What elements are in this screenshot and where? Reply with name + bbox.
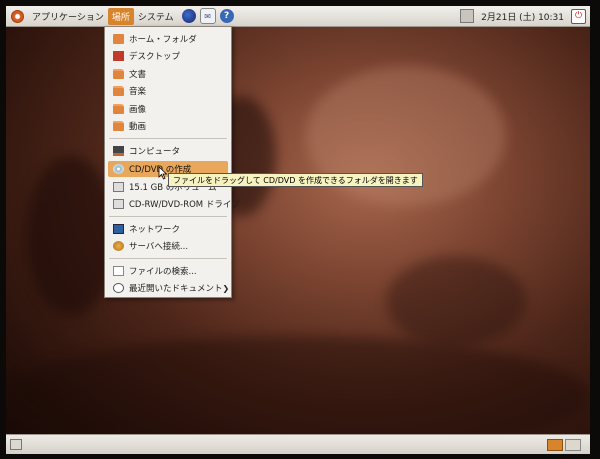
- menu-item-recent-documents[interactable]: 最近開いたドキュメント ❯: [108, 280, 230, 296]
- desktop-screen: アプリケーション 場所 システム ✉ ? 2月21日 (土) 10:31 ⏻ ホ…: [6, 6, 590, 454]
- menu-item-connect-server[interactable]: サーバへ接続...: [108, 238, 228, 254]
- help-icon[interactable]: ?: [219, 9, 234, 23]
- menu-item-label: CD-RW/DVD-ROM ドライブ: [129, 200, 240, 210]
- mail-icon[interactable]: ✉: [199, 8, 216, 24]
- desktop-icon: [113, 51, 124, 61]
- folder-icon: [113, 104, 124, 114]
- home-folder-icon: [113, 34, 124, 44]
- show-desktop-icon[interactable]: [10, 439, 22, 450]
- menu-item-search-files[interactable]: ファイルの検索...: [108, 263, 228, 279]
- firefox-icon[interactable]: [181, 9, 196, 23]
- cd-burner-icon: [113, 164, 124, 174]
- network-status-icon[interactable]: [460, 9, 475, 23]
- power-icon[interactable]: ⏻: [571, 8, 586, 24]
- mouse-cursor-icon: [158, 166, 168, 180]
- folder-icon: [113, 86, 124, 96]
- menu-item-label: 最近開いたドキュメント: [129, 284, 223, 294]
- menu-item-label: ホーム・フォルダ: [129, 35, 197, 45]
- menu-item-label: 画像: [129, 105, 147, 115]
- menu-item-label: ファイルの検索...: [129, 267, 197, 277]
- tooltip: ファイルをドラッグして CD/DVD を作成できるフォルダを開きます: [168, 173, 423, 187]
- menu-item-label: サーバへ接続...: [129, 242, 189, 252]
- ubuntu-logo-icon[interactable]: [11, 9, 24, 23]
- drive-icon: [113, 182, 124, 192]
- menu-item-music[interactable]: 音楽: [108, 83, 228, 99]
- menu-item-label: コンピュータ: [129, 147, 181, 157]
- submenu-arrow-icon: ❯: [222, 283, 230, 293]
- menu-item-label: 音楽: [129, 87, 147, 97]
- system-tray: 2月21日 (土) 10:31 ⏻: [460, 8, 590, 24]
- server-icon: [113, 241, 124, 251]
- menu-item-computer[interactable]: コンピュータ: [108, 143, 228, 159]
- network-icon: [113, 224, 124, 234]
- menu-item-label: 動画: [129, 122, 147, 132]
- places-menu-button[interactable]: 場所: [107, 7, 134, 25]
- recent-documents-icon: [113, 283, 124, 293]
- clock[interactable]: 2月21日 (土) 10:31: [479, 10, 566, 23]
- menu-item-pictures[interactable]: 画像: [108, 101, 228, 117]
- menu-item-optical-drive[interactable]: CD-RW/DVD-ROM ドライブ: [108, 196, 240, 212]
- bottom-panel: [6, 434, 590, 454]
- computer-icon: [113, 146, 124, 156]
- menu-item-label: 文書: [129, 70, 147, 80]
- top-panel: アプリケーション 場所 システム ✉ ? 2月21日 (土) 10:31 ⏻: [6, 6, 590, 27]
- system-menu[interactable]: システム: [134, 8, 178, 25]
- search-icon: [113, 266, 124, 276]
- menu-item-desktop[interactable]: デスクトップ: [108, 48, 228, 64]
- places-dropdown: ホーム・フォルダ デスクトップ 文書 音楽 画像 動画 コンピュータ CD/DV…: [104, 26, 240, 298]
- menu-item-home-folder[interactable]: ホーム・フォルダ: [108, 31, 228, 47]
- menu-item-network[interactable]: ネットワーク: [108, 221, 228, 237]
- applications-menu[interactable]: アプリケーション: [28, 8, 108, 25]
- folder-icon: [113, 69, 124, 79]
- menu-separator: [109, 138, 227, 139]
- workspace-2[interactable]: [565, 439, 581, 451]
- menu-item-videos[interactable]: 動画: [108, 118, 228, 134]
- menu-item-label: デスクトップ: [129, 52, 181, 62]
- workspace-1[interactable]: [547, 439, 563, 451]
- folder-icon: [113, 121, 124, 131]
- optical-drive-icon: [113, 199, 124, 209]
- menu-item-documents[interactable]: 文書: [108, 66, 228, 82]
- wallpaper-shape: [26, 156, 116, 316]
- menu-separator: [109, 258, 227, 259]
- menu-item-label: ネットワーク: [129, 225, 181, 235]
- wallpaper-shape: [386, 256, 526, 346]
- menu-separator: [109, 216, 227, 217]
